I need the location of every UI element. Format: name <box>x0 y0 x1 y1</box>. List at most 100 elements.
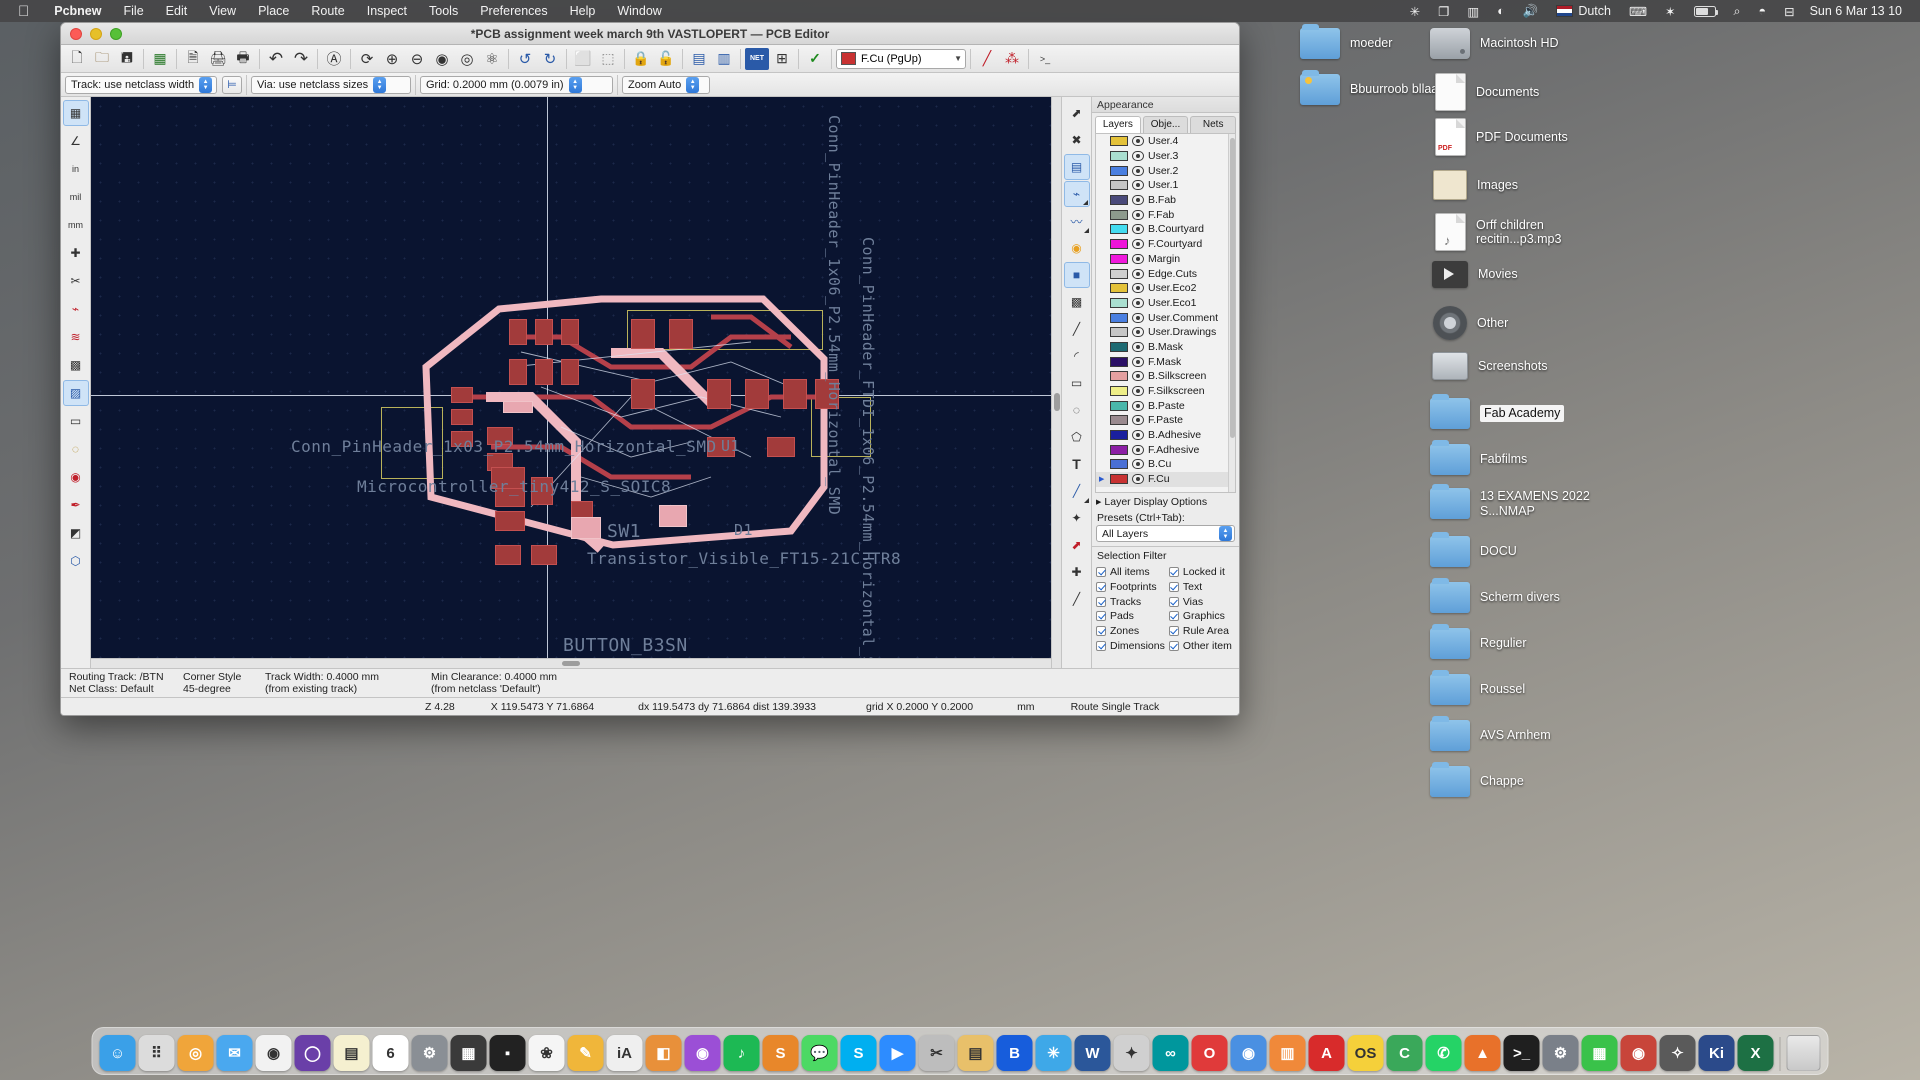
highlight-net-tool-icon[interactable]: ✖ <box>1064 127 1090 153</box>
zoom-fit-page-icon[interactable]: ◉ <box>430 48 454 70</box>
menu-item-help[interactable]: Help <box>559 4 607 18</box>
chrome-icon[interactable]: ◉ <box>255 1035 292 1071</box>
zoom-area-icon[interactable]: ⚛ <box>480 48 504 70</box>
layer-color-swatch[interactable] <box>1110 151 1128 162</box>
podcasts-icon[interactable]: ◉ <box>684 1035 721 1071</box>
layer-row-f-courtyard[interactable]: F.Courtyard <box>1096 237 1235 252</box>
unlock-icon[interactable]: 🔓 <box>654 48 678 70</box>
layer-color-swatch[interactable] <box>1110 356 1128 367</box>
sketch-vias-icon[interactable]: ◌ <box>63 436 89 462</box>
desktop-item-other[interactable]: Other <box>1430 306 1640 340</box>
layer-color-swatch[interactable] <box>1110 195 1128 206</box>
grid-toggle-icon[interactable]: ▦ <box>62 100 89 126</box>
checkbox-icon[interactable] <box>1096 582 1106 593</box>
layer-row-f-paste[interactable]: F.Paste <box>1096 413 1235 428</box>
control-center-icon[interactable]: ⊟ <box>1775 4 1803 19</box>
layer-row-b-mask[interactable]: B.Mask <box>1096 340 1235 355</box>
menu-item-file[interactable]: File <box>113 4 155 18</box>
mail-icon[interactable]: ✉ <box>216 1035 253 1071</box>
ibooks-icon[interactable]: ▥ <box>1269 1035 1306 1071</box>
spotify-icon[interactable]: ♪ <box>723 1035 760 1071</box>
checkbox-icon[interactable] <box>1168 582 1179 593</box>
pcb-canvas[interactable]: Conn_PinHeader_1x03_P2.54mm_Horizontal_S… <box>91 97 1051 658</box>
layer-color-swatch[interactable] <box>1110 474 1128 485</box>
sublime-icon[interactable]: S <box>762 1035 799 1071</box>
checkbox-icon[interactable] <box>1096 626 1106 637</box>
layer-color-swatch[interactable] <box>1110 444 1128 455</box>
eye-visibility-icon[interactable] <box>1132 386 1144 397</box>
eye-visibility-icon[interactable] <box>1132 136 1144 147</box>
layer-row-f-adhesive[interactable]: F.Adhesive <box>1096 442 1235 457</box>
eye-visibility-icon[interactable] <box>1132 165 1144 176</box>
checkbox-icon[interactable] <box>1168 611 1179 622</box>
menu-item-edit[interactable]: Edit <box>155 4 199 18</box>
facetime-icon[interactable]: ▦ <box>1581 1035 1618 1071</box>
zoom-selector[interactable]: Zoom Auto ▲ ▼ <box>622 75 710 94</box>
opera-icon[interactable]: O <box>1191 1035 1228 1071</box>
menu-item-route[interactable]: Route <box>300 4 355 18</box>
skype-icon[interactable]: S <box>840 1035 877 1071</box>
ia-writer-icon[interactable]: iA <box>606 1035 643 1071</box>
tab-layers[interactable]: Layers <box>1095 116 1141 133</box>
layer-row-b-paste[interactable]: B.Paste <box>1096 398 1235 413</box>
footprint-library-icon[interactable]: ▥ <box>712 48 736 70</box>
add-dimension-tool-icon[interactable]: ╱ <box>1064 478 1090 504</box>
eye-visibility-icon[interactable] <box>1132 239 1144 250</box>
layer-row-user-2[interactable]: User.2 <box>1096 163 1235 178</box>
selection-filter-graphics[interactable]: Graphics <box>1168 609 1235 624</box>
do-not-disturb-icon[interactable]: ◐ <box>1488 4 1514 18</box>
zoom-in-icon[interactable]: ⊕ <box>380 48 404 70</box>
eye-visibility-icon[interactable] <box>1132 327 1144 338</box>
eye-visibility-icon[interactable] <box>1132 415 1144 426</box>
checkbox-icon[interactable] <box>1096 596 1106 607</box>
eye-visibility-icon[interactable] <box>1132 400 1144 411</box>
eye-visibility-icon[interactable] <box>1132 356 1144 367</box>
layer-row-b-courtyard[interactable]: B.Courtyard <box>1096 222 1235 237</box>
checkbox-icon[interactable] <box>1168 596 1179 607</box>
zoom-out-icon[interactable]: ⊖ <box>405 48 429 70</box>
menu-item-view[interactable]: View <box>198 4 247 18</box>
desktop-item-fabfilms[interactable]: Fabfilms <box>1430 440 1640 475</box>
settings-icon[interactable]: ⚙ <box>1542 1035 1579 1071</box>
menu-item-inspect[interactable]: Inspect <box>356 4 418 18</box>
eye-visibility-icon[interactable] <box>1132 209 1144 220</box>
menu-bar-clock[interactable]: Sun 6 Mar 13 10 <box>1804 4 1912 18</box>
layer-color-swatch[interactable] <box>1110 386 1128 397</box>
group-icon[interactable]: ⬜ <box>571 48 595 70</box>
layer-color-swatch[interactable] <box>1110 209 1128 220</box>
eye-visibility-icon[interactable] <box>1132 312 1144 323</box>
tab-nets[interactable]: Nets <box>1190 116 1237 133</box>
asterisk-icon[interactable]: ✳ <box>1401 4 1429 19</box>
layer-row-user-comment[interactable]: User.Comment <box>1096 310 1235 325</box>
desktop-item-pdf-documents[interactable]: PDF Documents <box>1430 118 1640 156</box>
firefox-icon[interactable]: ◯ <box>294 1035 331 1071</box>
eye-visibility-icon[interactable] <box>1132 195 1144 206</box>
print-icon[interactable]: 🖨 <box>206 48 230 70</box>
selection-filter-all-items[interactable]: All items <box>1096 565 1165 580</box>
wifi-icon[interactable]: ◓ <box>1750 4 1776 18</box>
open-board-icon[interactable]: 🗀 <box>90 48 114 70</box>
layer-color-swatch[interactable] <box>1110 341 1128 352</box>
word-icon[interactable]: W <box>1074 1035 1111 1071</box>
keyboard-icon[interactable]: ⌨ <box>1620 4 1656 19</box>
zoom-fit-objects-icon[interactable]: ◎ <box>455 48 479 70</box>
excel-icon[interactable]: X <box>1737 1035 1774 1071</box>
selection-filter-rule-area[interactable]: Rule Area <box>1168 624 1235 639</box>
layer-color-swatch[interactable] <box>1110 224 1128 235</box>
selection-filter-dimensions[interactable]: Dimensions <box>1096 638 1165 653</box>
board-setup-icon[interactable]: ▦ <box>148 48 172 70</box>
origin-tool-icon[interactable]: ✦ <box>1064 505 1090 531</box>
layer-row-user-drawings[interactable]: User.Drawings <box>1096 325 1235 340</box>
eye-visibility-icon[interactable] <box>1132 444 1144 455</box>
drc-icon[interactable]: ⊞ <box>770 48 794 70</box>
layer-list-scrollbar[interactable] <box>1228 134 1235 492</box>
kicad-icon[interactable]: Ki <box>1698 1035 1735 1071</box>
layer-color-swatch[interactable] <box>1110 312 1128 323</box>
layer-row-user-eco2[interactable]: User.Eco2 <box>1096 281 1235 296</box>
eye-visibility-icon[interactable] <box>1132 180 1144 191</box>
ungroup-icon[interactable]: ⬚ <box>596 48 620 70</box>
menu-item-pcbnew[interactable]: Pcbnew <box>43 4 112 18</box>
measure-tool-icon[interactable]: ╱ <box>1064 586 1090 612</box>
eye-visibility-icon[interactable] <box>1132 459 1144 470</box>
layer-color-swatch[interactable] <box>1110 400 1128 411</box>
